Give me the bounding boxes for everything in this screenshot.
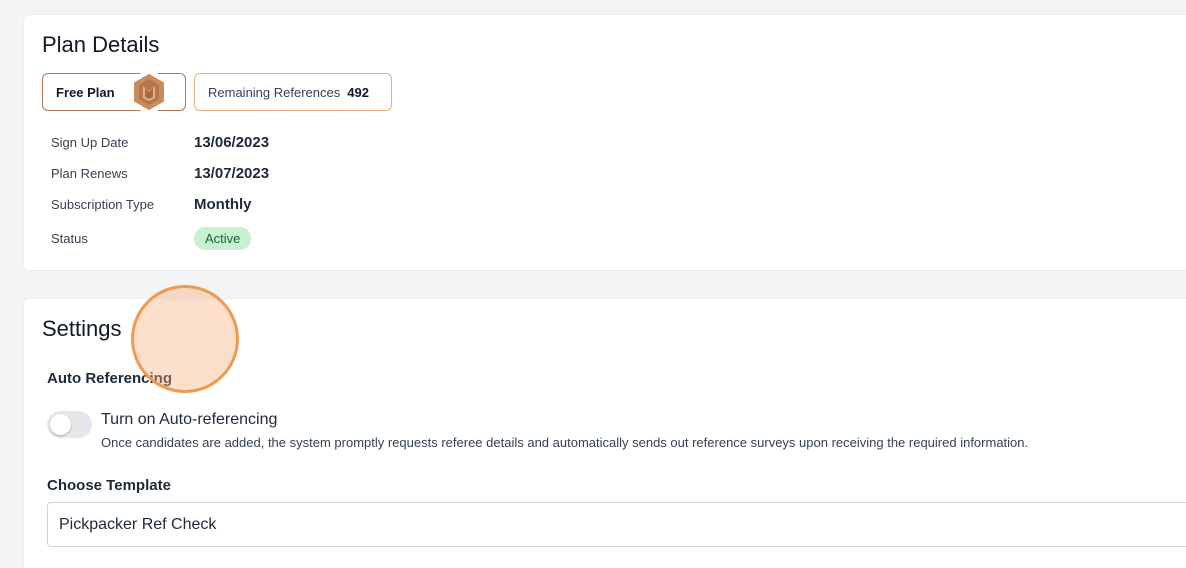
settings-card: Settings Auto Referencing Turn on Auto-r… [23,298,1186,568]
detail-label: Subscription Type [51,197,155,212]
template-select-value: Pickpacker Ref Check [59,515,217,533]
detail-value: Monthly [194,196,252,213]
plan-badge-label: Free Plan [56,84,115,100]
status-row: Status Active [51,227,252,250]
detail-value: 13/06/2023 [194,134,270,151]
toggle-knob [50,414,71,435]
remaining-references-label: Remaining References [208,84,341,100]
detail-value: 13/07/2023 [194,165,270,182]
plan-details-title: Plan Details [42,32,160,57]
remaining-references-badge: Remaining References 492 [194,73,392,111]
detail-label: Status [51,231,88,246]
auto-referencing-description: Once candidates are added, the system pr… [101,435,1029,450]
sign-up-date-row: Sign Up Date 13/06/2023 [51,134,269,151]
bronze-medal-icon [128,69,170,115]
remaining-references-count: 492 [347,84,369,100]
status-badge: Active [194,227,252,250]
subscription-type-row: Subscription Type Monthly [51,196,252,213]
auto-referencing-heading: Auto Referencing [47,370,173,387]
auto-referencing-toggle[interactable] [47,411,92,438]
template-select[interactable]: Pickpacker Ref Check [47,502,1186,547]
plan-details-card: Plan Details Free Plan Remaining Referen… [23,14,1186,271]
detail-label: Plan Renews [51,166,128,181]
choose-template-heading: Choose Template [47,477,171,494]
auto-referencing-toggle-label: Turn on Auto-referencing [101,411,278,428]
detail-label: Sign Up Date [51,135,129,150]
settings-title: Settings [42,316,122,341]
plan-renews-row: Plan Renews 13/07/2023 [51,165,269,182]
